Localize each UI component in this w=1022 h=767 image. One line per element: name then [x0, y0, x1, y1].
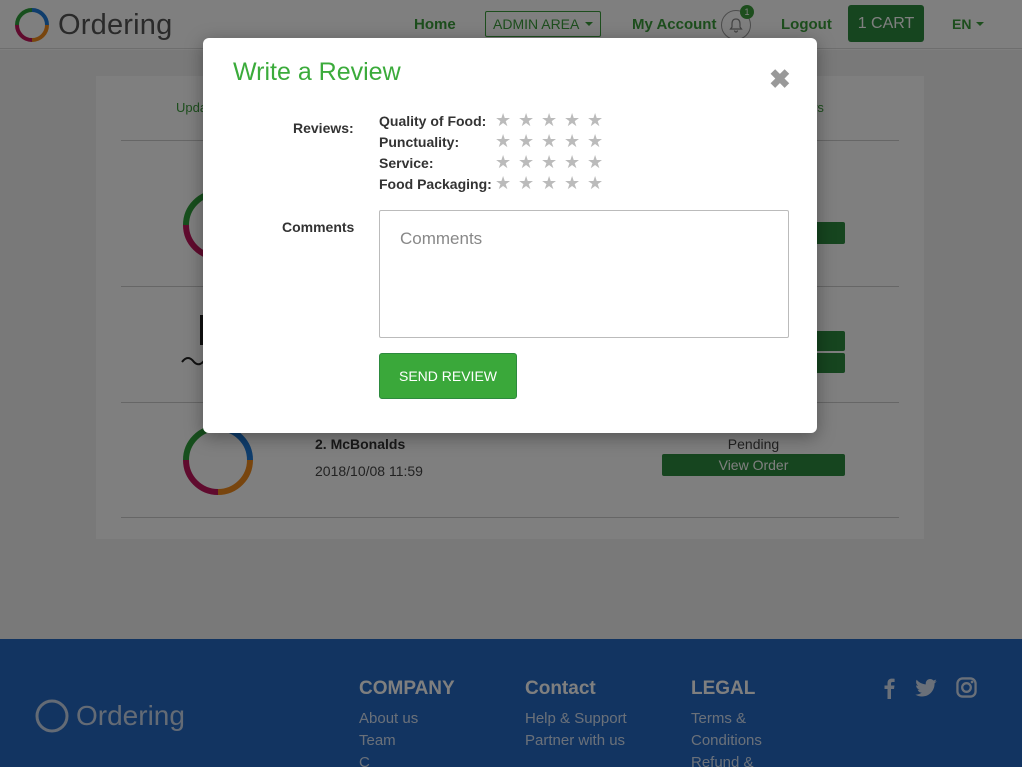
comments-textarea[interactable] [379, 210, 789, 338]
criterion-punctuality: Punctuality: [379, 134, 460, 150]
star-icon[interactable]: ★ [587, 174, 605, 192]
write-review-modal: Write a Review ✖ Reviews: Quality of Foo… [203, 38, 817, 433]
star-icon[interactable]: ★ [587, 132, 605, 150]
rating-food-packaging[interactable]: ★ ★ ★ ★ ★ [495, 174, 605, 192]
comments-label: Comments [282, 219, 355, 235]
star-icon[interactable]: ★ [541, 153, 559, 171]
star-icon[interactable]: ★ [587, 111, 605, 129]
star-icon[interactable]: ★ [541, 174, 559, 192]
modal-title: Write a Review [233, 58, 401, 86]
criterion-food-packaging: Food Packaging: [379, 176, 492, 192]
star-icon[interactable]: ★ [495, 153, 513, 171]
star-icon[interactable]: ★ [495, 132, 513, 150]
send-review-button[interactable]: SEND REVIEW [379, 353, 517, 399]
star-icon[interactable]: ★ [564, 153, 582, 171]
star-icon[interactable]: ★ [564, 132, 582, 150]
star-icon[interactable]: ★ [564, 111, 582, 129]
criterion-quality-of-food: Quality of Food: [379, 113, 487, 129]
star-icon[interactable]: ★ [495, 111, 513, 129]
star-icon[interactable]: ★ [541, 111, 559, 129]
rating-punctuality[interactable]: ★ ★ ★ ★ ★ [495, 132, 605, 150]
rating-service[interactable]: ★ ★ ★ ★ ★ [495, 153, 605, 171]
star-icon[interactable]: ★ [518, 174, 536, 192]
star-icon[interactable]: ★ [495, 174, 513, 192]
star-icon[interactable]: ★ [518, 132, 536, 150]
star-icon[interactable]: ★ [541, 132, 559, 150]
criterion-service: Service: [379, 155, 434, 171]
star-icon[interactable]: ★ [587, 153, 605, 171]
star-icon[interactable]: ★ [518, 111, 536, 129]
reviews-label: Reviews: [293, 120, 354, 136]
rating-quality-of-food[interactable]: ★ ★ ★ ★ ★ [495, 111, 605, 129]
close-icon[interactable]: ✖ [769, 66, 791, 92]
star-icon[interactable]: ★ [564, 174, 582, 192]
star-icon[interactable]: ★ [518, 153, 536, 171]
